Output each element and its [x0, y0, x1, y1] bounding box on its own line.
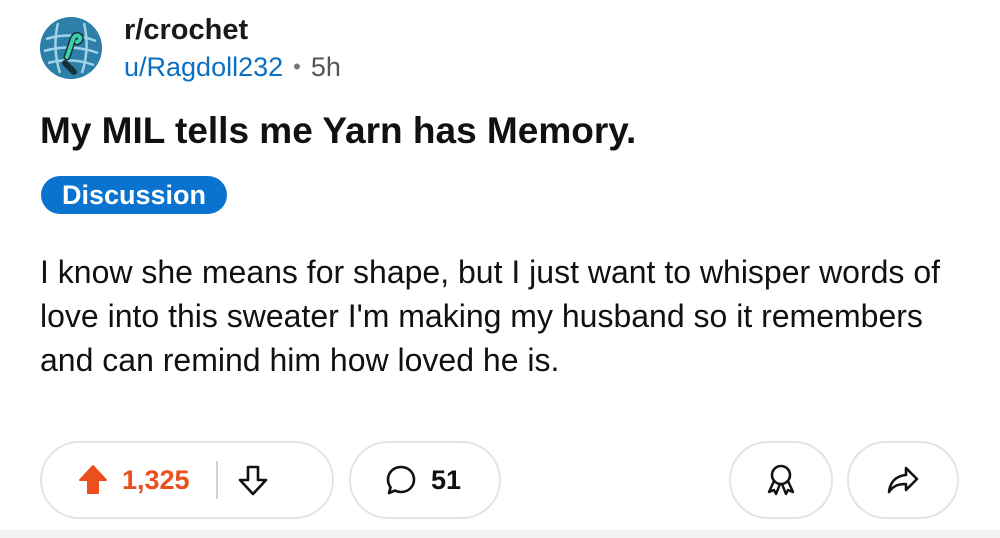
- byline: u/Ragdoll232 • 5h: [124, 50, 341, 84]
- post-title[interactable]: My MIL tells me Yarn has Memory.: [40, 107, 636, 155]
- award-button[interactable]: [729, 441, 833, 519]
- upvote-arrow-icon[interactable]: [78, 464, 108, 496]
- post-age: 5h: [310, 52, 341, 82]
- upvote-count: 1,325: [122, 464, 190, 495]
- subreddit-avatar[interactable]: [40, 17, 102, 79]
- author-username[interactable]: u/Ragdoll232: [124, 50, 283, 84]
- yarn-ball-icon: [40, 17, 102, 79]
- subreddit-name[interactable]: r/crochet: [124, 12, 341, 48]
- action-bar: 1,325 51: [0, 441, 1000, 519]
- speech-bubble-icon: [385, 464, 417, 496]
- share-arrow-icon: [886, 464, 920, 496]
- post-body: I know she means for shape, but I just w…: [40, 254, 940, 378]
- award-ribbon-icon: [763, 462, 799, 498]
- comments-button[interactable]: 51: [349, 441, 501, 519]
- post-meta: r/crochet u/Ragdoll232 • 5h: [124, 12, 341, 84]
- post-card: r/crochet u/Ragdoll232 • 5h My MIL tells…: [0, 0, 1000, 538]
- post-header: r/crochet u/Ragdoll232 • 5h: [40, 12, 341, 84]
- bottom-divider: [0, 530, 1000, 538]
- comment-count: 51: [431, 464, 462, 495]
- vote-divider: [215, 461, 218, 499]
- downvote-arrow-icon[interactable]: [238, 464, 268, 496]
- flair-badge[interactable]: Discussion: [41, 176, 228, 214]
- meta-separator: •: [293, 54, 301, 79]
- vote-control: 1,325: [40, 441, 334, 519]
- share-button[interactable]: [847, 441, 959, 519]
